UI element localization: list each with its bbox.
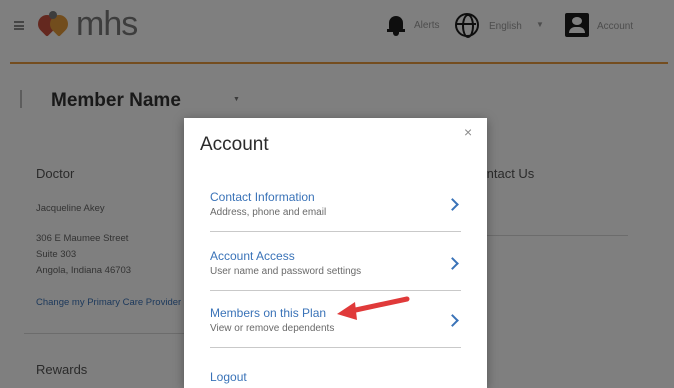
- logout-link[interactable]: Logout: [210, 370, 247, 384]
- account-modal: Account × Contact Information Address, p…: [184, 118, 487, 388]
- close-icon[interactable]: ×: [464, 124, 472, 140]
- chevron-right-icon: [446, 198, 459, 211]
- menu-item-label: Members on this Plan: [210, 306, 327, 320]
- menu-item-subtitle: View or remove dependents: [210, 323, 335, 334]
- account-access-item[interactable]: Account Access User name and password se…: [210, 243, 461, 291]
- menu-item-subtitle: Address, phone and email: [210, 207, 327, 218]
- modal-title: Account: [200, 134, 269, 155]
- chevron-right-icon: [446, 257, 459, 270]
- chevron-right-icon: [446, 314, 459, 327]
- red-arrow-annotation: [337, 296, 410, 320]
- menu-item-subtitle: User name and password settings: [210, 266, 362, 277]
- menu-item-label: Account Access: [210, 249, 295, 263]
- contact-information-item[interactable]: Contact Information Address, phone and e…: [210, 184, 461, 232]
- menu-item-label: Contact Information: [210, 190, 315, 204]
